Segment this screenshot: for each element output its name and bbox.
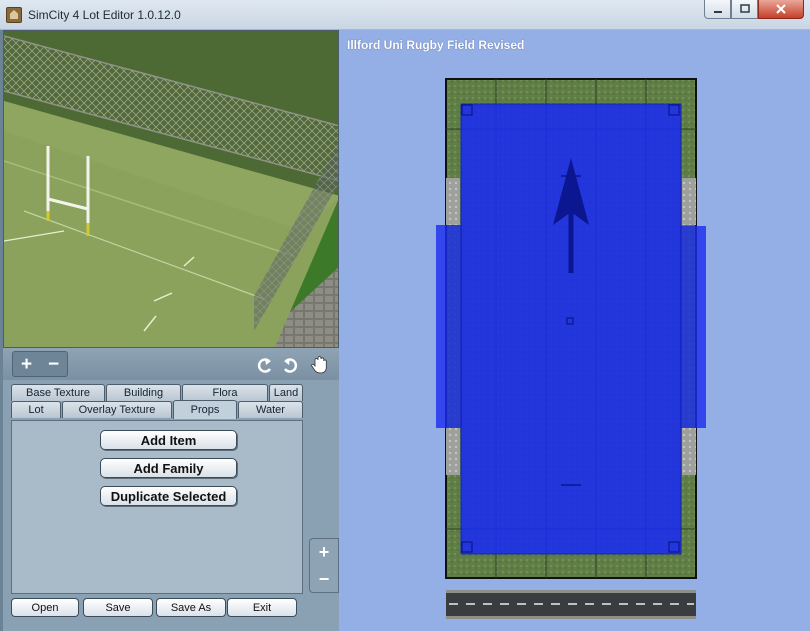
- view-toolbar: + −: [3, 348, 339, 380]
- zoom-control: + −: [12, 351, 68, 377]
- lot-zoom-control: + −: [309, 538, 339, 593]
- add-family-button[interactable]: Add Family: [100, 458, 237, 478]
- minimize-button[interactable]: [704, 0, 731, 19]
- open-button[interactable]: Open: [11, 598, 79, 617]
- rotate-left-icon[interactable]: [256, 356, 274, 374]
- add-item-button[interactable]: Add Item: [100, 430, 237, 450]
- lot-zoom-out-button[interactable]: −: [319, 570, 330, 588]
- app-icon: [6, 7, 22, 23]
- minimize-icon: [713, 11, 722, 13]
- hand-icon[interactable]: [309, 355, 329, 375]
- duplicate-selected-button[interactable]: Duplicate Selected: [100, 486, 237, 506]
- tab-lot[interactable]: Lot: [11, 401, 61, 418]
- props-panel: Add Item Add Family Duplicate Selected: [11, 420, 303, 594]
- close-button[interactable]: [758, 0, 804, 19]
- title-bar: SimCity 4 Lot Editor 1.0.12.0: [0, 0, 810, 30]
- tab-overlay-texture[interactable]: Overlay Texture: [62, 401, 172, 418]
- lot-zoom-in-button[interactable]: +: [319, 543, 330, 561]
- exit-button[interactable]: Exit: [227, 598, 297, 617]
- rugby-field-render: [4, 31, 338, 347]
- zoom-out-button[interactable]: −: [48, 355, 59, 374]
- tab-building[interactable]: Building: [106, 384, 181, 401]
- tab-flora[interactable]: Flora: [182, 384, 268, 401]
- editor-tabs: Base Texture Building Flora Land Lot Ove…: [3, 380, 339, 631]
- lot-grid: [436, 78, 706, 619]
- lot-top-view[interactable]: Illford Uni Rugby Field Revised: [339, 30, 810, 631]
- lot-3d-preview[interactable]: [3, 30, 339, 348]
- maximize-button[interactable]: [731, 0, 758, 19]
- tab-props[interactable]: Props: [173, 400, 237, 419]
- tab-water[interactable]: Water: [238, 401, 303, 418]
- tab-land[interactable]: Land: [269, 384, 303, 401]
- maximize-icon: [739, 4, 750, 13]
- save-button[interactable]: Save: [83, 598, 153, 617]
- close-icon: [776, 4, 786, 14]
- rotate-right-icon[interactable]: [281, 356, 299, 374]
- save-as-button[interactable]: Save As: [156, 598, 226, 617]
- tab-base-texture[interactable]: Base Texture: [11, 384, 105, 401]
- window-title: SimCity 4 Lot Editor 1.0.12.0: [28, 8, 181, 22]
- zoom-in-button[interactable]: +: [21, 355, 32, 374]
